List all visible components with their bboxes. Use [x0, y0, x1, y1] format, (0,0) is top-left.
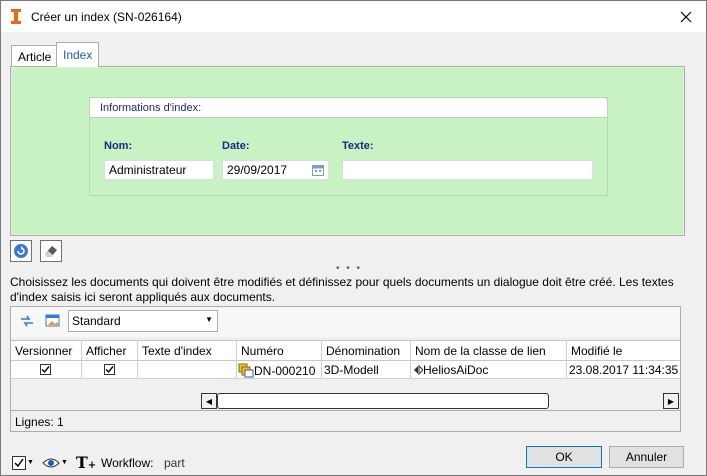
bottom-toolbar: ▼ ▼ T+	[12, 453, 96, 472]
horizontal-scrollbar[interactable]: ◀ ▶	[201, 393, 679, 409]
dropdown-arrow-icon: ▼	[205, 315, 213, 324]
scroll-left-icon: ◀	[205, 396, 213, 406]
image-settings-icon[interactable]	[45, 313, 61, 329]
checkmark-icon	[105, 366, 114, 374]
close-icon	[680, 11, 692, 22]
checkmark-icon	[41, 366, 50, 374]
col-modifie-le[interactable]: Modifié le	[567, 341, 680, 361]
table-row[interactable]: DN-000210 3D-Modell HeliosAiDoc 23.08.20…	[11, 361, 680, 379]
cell-classe-lien[interactable]: HeliosAiDoc	[411, 361, 567, 379]
app-logo-icon	[11, 9, 21, 24]
col-afficher[interactable]: Afficher	[82, 341, 138, 361]
classe-lien-value: HeliosAiDoc	[423, 363, 489, 377]
col-texte-index[interactable]: Texte d'index	[138, 341, 237, 361]
link-class-icon	[414, 364, 424, 376]
rows-count: Lignes: 1	[11, 410, 680, 431]
cell-modifie-le[interactable]: 23.08.2017 11:34:35	[567, 361, 680, 379]
date-label: Date:	[222, 140, 250, 152]
documents-grid: Standard ▼ Versionner Afficher Texte d'i…	[10, 306, 681, 432]
close-button[interactable]	[666, 1, 706, 32]
index-info-header: Informations d'index:	[90, 98, 607, 118]
nom-field[interactable]: Administrateur	[104, 160, 214, 180]
cell-denomination[interactable]: 3D-Modell	[322, 361, 411, 379]
scroll-left-button[interactable]: ◀	[201, 393, 217, 409]
title-bar: Créer un index (SN-026164)	[1, 1, 706, 32]
dialog-window: Créer un index (SN-026164) Article Index…	[0, 0, 707, 476]
tab-article-label: Article	[18, 49, 52, 64]
index-tab-panel: Informations d'index: Nom: Administrateu…	[10, 66, 685, 236]
window-title: Créer un index (SN-026164)	[31, 10, 182, 24]
eraser-icon	[45, 246, 57, 257]
workflow-value: part	[164, 456, 185, 470]
numero-value: DN-000210	[254, 364, 316, 378]
date-value: 29/09/2017	[227, 163, 288, 177]
calendar-icon[interactable]	[312, 164, 324, 176]
refresh-button[interactable]	[10, 240, 32, 262]
col-denomination[interactable]: Dénomination	[322, 341, 411, 361]
document-stack-icon	[238, 363, 254, 378]
cell-versionner	[11, 361, 82, 379]
sync-icon[interactable]	[19, 313, 35, 329]
instructions-text: Choisissez les documents qui doivent êtr…	[10, 275, 674, 304]
cell-afficher	[82, 361, 138, 379]
text-format-icon[interactable]: T+	[76, 453, 96, 472]
view-select-value: Standard	[72, 314, 121, 328]
tab-article[interactable]: Article	[11, 45, 59, 67]
eraser-button[interactable]	[40, 240, 62, 262]
col-versionner[interactable]: Versionner	[11, 341, 82, 361]
scroll-right-button[interactable]: ▶	[663, 393, 679, 409]
scroll-thumb[interactable]	[217, 393, 549, 409]
cancel-button[interactable]: Annuler	[609, 446, 684, 468]
ok-button[interactable]: OK	[526, 446, 602, 468]
cell-texte-index[interactable]	[138, 361, 237, 379]
eye-dropdown-icon[interactable]: ▼	[42, 457, 68, 469]
cell-numero[interactable]: DN-000210	[237, 361, 322, 379]
afficher-checkbox[interactable]	[104, 364, 115, 375]
tab-index-label: Index	[63, 48, 93, 62]
index-info-group: Informations d'index: Nom: Administrateu…	[89, 97, 608, 196]
grid-header-row: Versionner Afficher Texte d'index Numéro…	[11, 340, 680, 361]
refresh-icon	[14, 244, 28, 258]
scroll-right-icon: ▶	[667, 396, 675, 406]
texte-field[interactable]	[342, 160, 593, 180]
versionner-checkbox[interactable]	[40, 364, 51, 375]
tab-index[interactable]: Index	[56, 42, 100, 67]
date-field[interactable]: 29/09/2017	[222, 160, 329, 180]
checkmark-dropdown-icon[interactable]: ▼	[12, 455, 34, 470]
nom-label: Nom:	[104, 140, 133, 152]
col-numero[interactable]: Numéro	[237, 341, 322, 361]
texte-label: Texte:	[342, 140, 374, 152]
col-classe-lien[interactable]: Nom de la classe de lien	[411, 341, 567, 361]
grid-toolbar: Standard ▼	[11, 307, 680, 337]
splitter-handle[interactable]: • • •	[336, 263, 362, 274]
view-select[interactable]: Standard ▼	[68, 310, 218, 332]
workflow-label: Workflow:	[101, 456, 154, 470]
